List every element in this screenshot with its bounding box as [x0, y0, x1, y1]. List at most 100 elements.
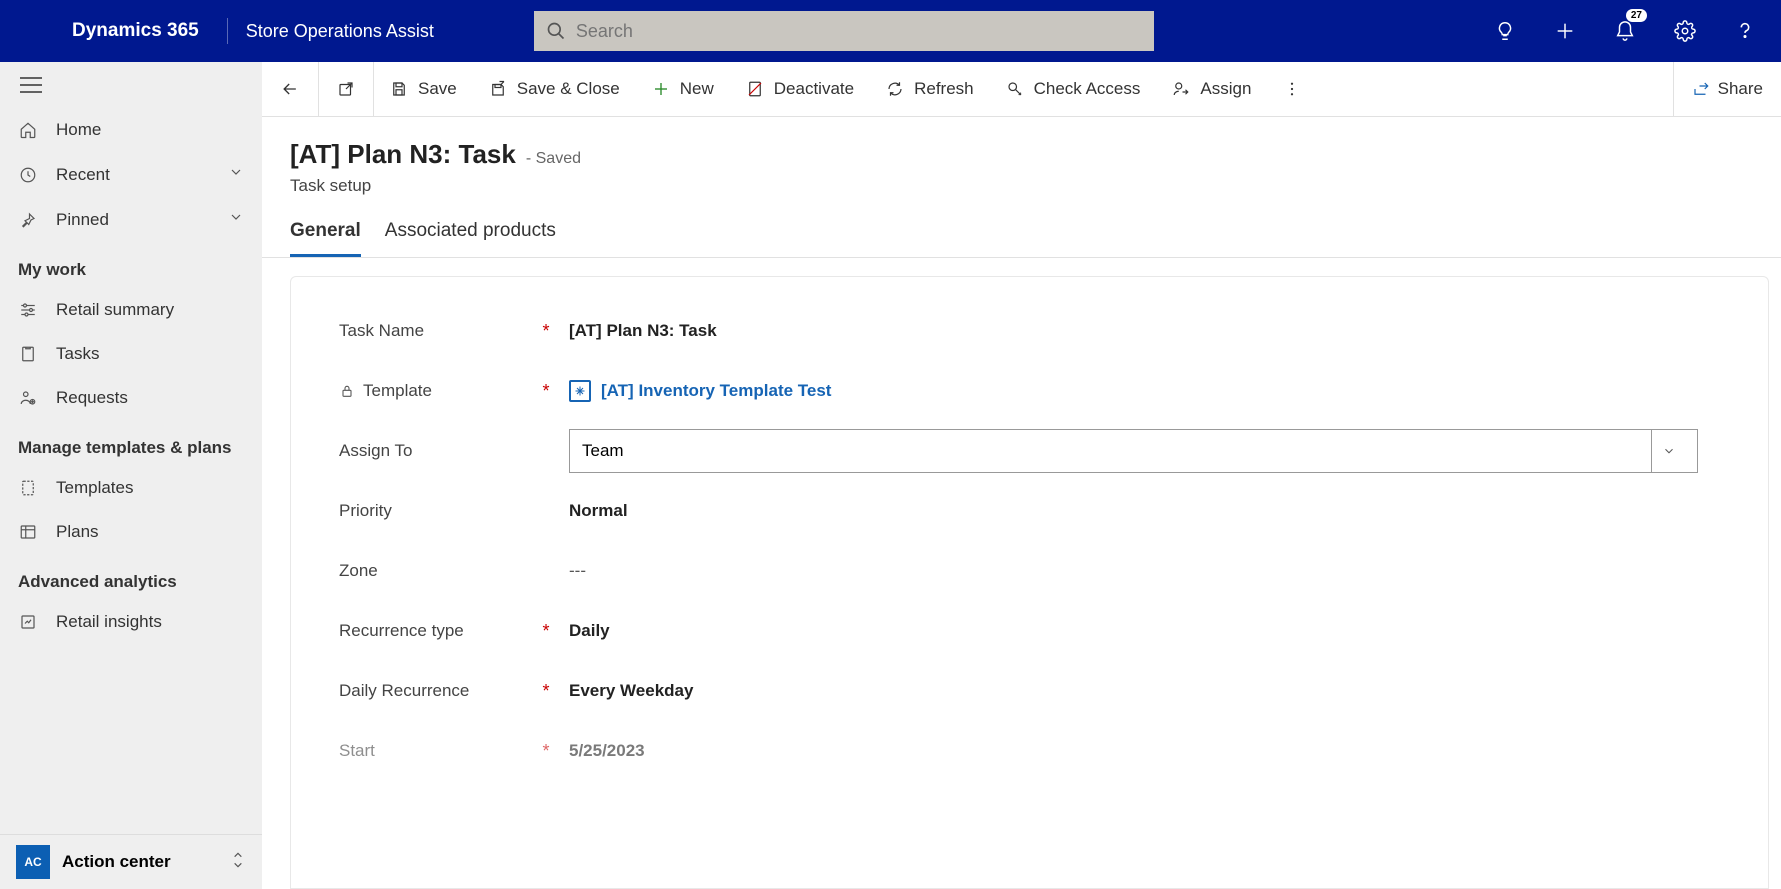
- settings-button[interactable]: [1669, 15, 1701, 47]
- chevron-down-icon[interactable]: [228, 164, 244, 185]
- chevron-down-icon: [1651, 430, 1685, 472]
- nav-home[interactable]: Home: [0, 108, 262, 152]
- notification-count: 27: [1626, 9, 1647, 22]
- page-subtitle: Task setup: [290, 176, 1781, 196]
- label-priority: Priority: [339, 501, 539, 521]
- bell-icon: [1614, 20, 1636, 42]
- nav-requests-label: Requests: [56, 388, 128, 408]
- save-button[interactable]: Save: [374, 62, 473, 116]
- global-search[interactable]: [534, 11, 1154, 51]
- page-saved-label: - Saved: [526, 150, 581, 168]
- refresh-label: Refresh: [914, 79, 974, 99]
- share-label: Share: [1718, 79, 1763, 99]
- assign-to-select[interactable]: Team: [569, 429, 1698, 473]
- app-name[interactable]: Store Operations Assist: [246, 21, 434, 42]
- save-close-button[interactable]: Save & Close: [473, 62, 636, 116]
- task-icon: [19, 345, 37, 363]
- deactivate-button[interactable]: Deactivate: [730, 62, 870, 116]
- field-priority: Priority Normal: [339, 481, 1698, 541]
- hamburger-button[interactable]: [0, 62, 262, 108]
- nav-section-mywork: My work: [0, 242, 262, 288]
- plus-icon: [652, 80, 670, 98]
- hamburger-icon: [20, 76, 42, 94]
- insights-icon: [19, 613, 37, 631]
- nav-retail-summary-label: Retail summary: [56, 300, 174, 320]
- lightbulb-icon[interactable]: [1489, 15, 1521, 47]
- nav-retail-summary[interactable]: Retail summary: [0, 288, 262, 332]
- chevron-down-icon[interactable]: [228, 209, 244, 230]
- tab-general[interactable]: General: [290, 220, 361, 257]
- refresh-button[interactable]: Refresh: [870, 62, 990, 116]
- tab-associated-products[interactable]: Associated products: [385, 220, 556, 257]
- check-access-button[interactable]: Check Access: [990, 62, 1157, 116]
- label-recurrence-type: Recurrence type: [339, 621, 539, 641]
- nav-plans-label: Plans: [56, 522, 99, 542]
- deactivate-icon: [746, 80, 764, 98]
- value-task-name[interactable]: [AT] Plan N3: Task: [569, 321, 1698, 341]
- nav-pinned[interactable]: Pinned: [0, 197, 262, 242]
- value-daily-recurrence[interactable]: Every Weekday: [569, 681, 1698, 701]
- nav-requests[interactable]: Requests: [0, 376, 262, 420]
- label-daily-recurrence: Daily Recurrence: [339, 681, 539, 701]
- nav-retail-insights[interactable]: Retail insights: [0, 600, 262, 644]
- value-template[interactable]: [AT] Inventory Template Test: [569, 380, 1698, 402]
- question-icon: [1734, 20, 1756, 42]
- label-start: Start: [339, 741, 539, 761]
- nav-plans[interactable]: Plans: [0, 510, 262, 554]
- nav-home-label: Home: [56, 120, 101, 140]
- label-task-name: Task Name: [339, 321, 539, 341]
- share-icon: [1692, 80, 1710, 98]
- required-marker: *: [539, 621, 553, 642]
- app-switcher[interactable]: AC Action center: [0, 834, 262, 889]
- chevrons-updown-icon[interactable]: [230, 849, 246, 876]
- save-close-label: Save & Close: [517, 79, 620, 99]
- value-recurrence-type[interactable]: Daily: [569, 621, 1698, 641]
- share-button[interactable]: Share: [1673, 62, 1781, 116]
- nav-recent[interactable]: Recent: [0, 152, 262, 197]
- new-label: New: [680, 79, 714, 99]
- home-icon: [19, 121, 37, 139]
- overflow-button[interactable]: [1267, 62, 1317, 116]
- requests-icon: [19, 389, 37, 407]
- save-icon: [390, 80, 408, 98]
- header-icons: 27: [1489, 15, 1781, 47]
- nav-tasks-label: Tasks: [56, 344, 99, 364]
- label-zone: Zone: [339, 561, 539, 581]
- required-marker: *: [539, 321, 553, 342]
- plus-icon[interactable]: [1549, 15, 1581, 47]
- back-button[interactable]: [262, 62, 319, 116]
- nav-tasks[interactable]: Tasks: [0, 332, 262, 376]
- new-button[interactable]: New: [636, 62, 730, 116]
- nav-templates[interactable]: Templates: [0, 466, 262, 510]
- required-marker: *: [539, 681, 553, 702]
- search-input[interactable]: [566, 21, 1142, 42]
- form-panel: Task Name * [AT] Plan N3: Task Template …: [290, 276, 1769, 889]
- value-zone[interactable]: ---: [569, 561, 1698, 581]
- assign-icon: [1172, 80, 1190, 98]
- gear-icon: [1674, 20, 1696, 42]
- value-start[interactable]: 5/25/2023: [569, 741, 1698, 761]
- assign-to-value: Team: [582, 441, 624, 461]
- lock-icon: [339, 383, 355, 399]
- save-label: Save: [418, 79, 457, 99]
- arrow-left-icon: [280, 79, 300, 99]
- brand-divider: [227, 18, 228, 44]
- field-daily-recurrence: Daily Recurrence * Every Weekday: [339, 661, 1698, 721]
- nav-section-manage: Manage templates & plans: [0, 420, 262, 466]
- field-recurrence-type: Recurrence type * Daily: [339, 601, 1698, 661]
- nav-pinned-label: Pinned: [56, 210, 109, 230]
- value-priority[interactable]: Normal: [569, 501, 1698, 521]
- open-new-window-button[interactable]: [319, 62, 374, 116]
- command-bar: Save Save & Close New Deactivate Refresh…: [262, 62, 1781, 117]
- assign-button[interactable]: Assign: [1156, 62, 1267, 116]
- brand-name[interactable]: Dynamics 365: [0, 20, 223, 42]
- field-zone: Zone ---: [339, 541, 1698, 601]
- save-close-icon: [489, 80, 507, 98]
- notifications-button[interactable]: 27: [1609, 15, 1641, 47]
- help-button[interactable]: [1729, 15, 1761, 47]
- app-switcher-badge: AC: [16, 845, 50, 879]
- field-start: Start * 5/25/2023: [339, 721, 1698, 781]
- tabs: General Associated products: [262, 196, 1781, 258]
- plans-icon: [19, 523, 37, 541]
- page-title: [AT] Plan N3: Task: [290, 139, 516, 170]
